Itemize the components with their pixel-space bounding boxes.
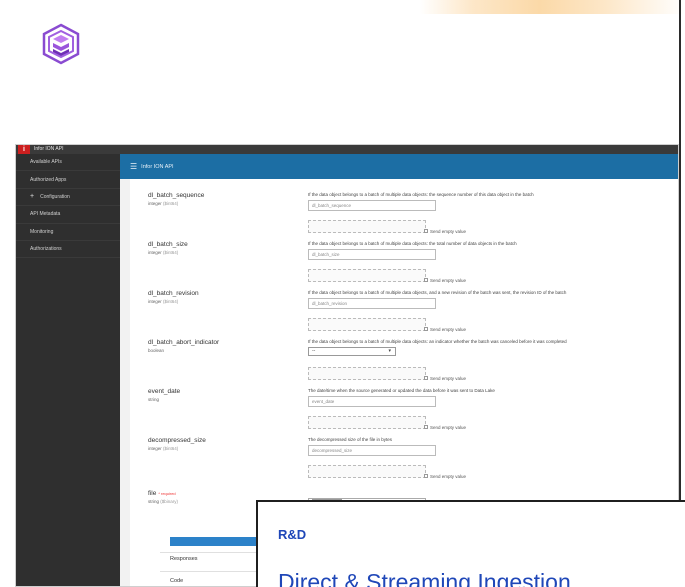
param-description: If the data object belongs to a batch of… [308, 290, 567, 295]
sidebar-item-label: Available APIs [30, 159, 62, 166]
sidebar-item-label: Authorized Apps [30, 176, 67, 183]
send-empty-checkbox[interactable] [424, 376, 428, 380]
hamburger-menu-icon[interactable]: ☰ [130, 162, 137, 171]
param-type: boolean [148, 348, 165, 353]
sidebar-item-authorizations[interactable]: Authorizations [16, 241, 120, 259]
sidebar-item-label: API Metadata [30, 211, 61, 218]
param-name: file * required [148, 490, 176, 497]
send-empty-checkbox[interactable] [424, 229, 428, 233]
param-name: dl_batch_revision [148, 290, 199, 297]
param-type: string [148, 397, 160, 402]
param-description: The decompressed size of the file in byt… [308, 437, 393, 442]
event-date-input[interactable]: event_date [308, 396, 436, 407]
param-name: dl_batch_sequence [148, 192, 205, 199]
empty-value-box [308, 220, 426, 233]
param-description: If the data object belongs to a batch of… [308, 339, 567, 344]
top-decoration [420, 0, 685, 14]
overlay-heading: Direct & Streaming Ingestion [278, 569, 571, 587]
required-marker: * required [158, 491, 176, 496]
param-description: If the data object belongs to a batch of… [308, 241, 517, 246]
param-type: integer ($int64) [148, 201, 179, 206]
sidebar-item-label: Authorizations [30, 246, 62, 253]
send-empty-checkbox[interactable] [424, 474, 428, 478]
send-empty-label: Send empty value [430, 376, 467, 381]
param-name: decompressed_size [148, 437, 206, 444]
empty-value-box [308, 269, 426, 282]
param-type: integer ($int64) [148, 446, 179, 451]
code-heading: Code [170, 578, 184, 584]
send-empty-label: Send empty value [430, 278, 467, 283]
sidebar-item-configuration[interactable]: + Configuration [16, 189, 120, 207]
param-description: The date/time when the source generated … [308, 388, 495, 393]
param-name: dl_batch_size [148, 241, 188, 248]
send-empty-checkbox[interactable] [424, 425, 428, 429]
send-empty-label: Send empty value [430, 229, 467, 234]
empty-value-box [308, 367, 426, 380]
send-empty-label: Send empty value [430, 327, 467, 332]
param-name: dl_batch_abort_indicator [148, 339, 220, 346]
overlay-card: R&D Direct & Streaming Ingestion [256, 500, 685, 587]
dl-batch-size-input[interactable]: dl_batch_size [308, 249, 436, 260]
sidebar-item-label: Monitoring [30, 228, 54, 235]
page-border [679, 0, 681, 500]
window-titlebar: i Infor ION API [16, 145, 678, 154]
dl-batch-revision-input[interactable]: dl_batch_revision [308, 298, 436, 309]
send-empty-checkbox[interactable] [424, 278, 428, 282]
dl-batch-abort-indicator-select[interactable]: -- ▾ [308, 347, 396, 356]
sidebar-item-monitoring[interactable]: Monitoring [16, 224, 120, 241]
send-empty-checkbox[interactable] [424, 327, 428, 331]
dl-batch-sequence-input[interactable]: dl_batch_sequence [308, 200, 436, 211]
app-icon: i [18, 145, 30, 154]
responses-heading: Responses [170, 556, 198, 562]
decompressed-size-input[interactable]: decompressed_size [308, 445, 436, 456]
header-title: Infor ION API [141, 163, 174, 170]
empty-value-box [308, 416, 426, 429]
empty-value-box [308, 318, 426, 331]
sidebar-item-label: Configuration [40, 193, 70, 200]
send-empty-label: Send empty value [430, 474, 467, 479]
sidebar-item-available-apis[interactable]: Available APIs [16, 154, 120, 172]
plus-icon: + [30, 193, 35, 201]
logo-icon [42, 23, 80, 65]
empty-value-box [308, 465, 426, 478]
sidebar-item-api-metadata[interactable]: API Metadata [16, 206, 120, 224]
window-title: Infor ION API [34, 146, 64, 152]
overlay-label: R&D [278, 527, 307, 542]
param-type: integer ($int64) [148, 250, 179, 255]
send-empty-label: Send empty value [430, 425, 467, 430]
param-type: integer ($int64) [148, 299, 179, 304]
param-name: event_date [148, 388, 181, 395]
main-header: ☰ Infor ION API [120, 154, 678, 179]
param-type: string ($binary) [148, 499, 179, 504]
sidebar-item-authorized-apps[interactable]: Authorized Apps [16, 171, 120, 189]
chevron-down-icon: ▾ [388, 348, 391, 354]
sidebar: Available APIs Authorized Apps + Configur… [16, 154, 120, 586]
param-description: If the data object belongs to a batch of… [308, 192, 534, 197]
